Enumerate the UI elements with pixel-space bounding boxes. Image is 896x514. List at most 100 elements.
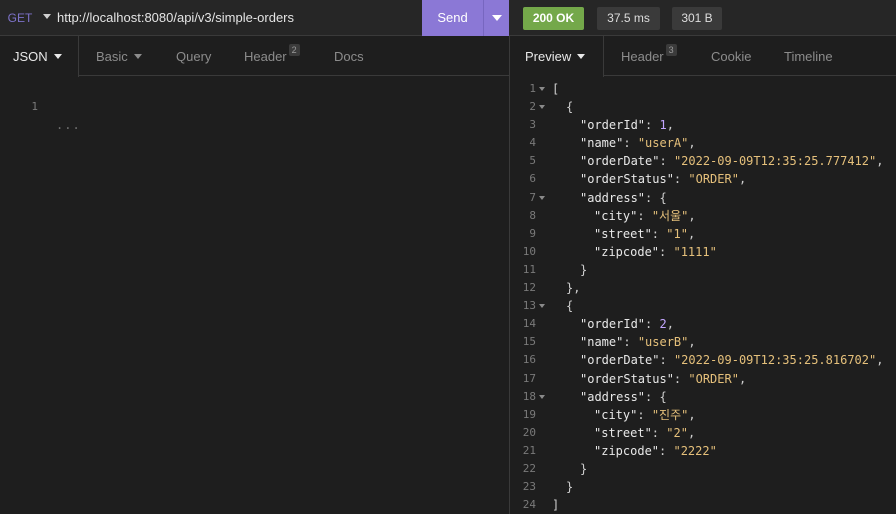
tab-cookie[interactable]: Cookie	[711, 36, 751, 76]
code-line: 3 "orderId": 1,	[510, 116, 896, 134]
tab-preview[interactable]: Preview	[510, 36, 604, 77]
tab-basic[interactable]: Basic	[96, 36, 142, 76]
code-text: "street": "1",	[552, 225, 695, 243]
response-pane: Preview Header 3 Cookie Timeline 1[2{3 "or…	[509, 36, 896, 514]
code-token: "ORDER"	[688, 371, 739, 386]
fold-caret-icon[interactable]	[539, 195, 545, 200]
code-token: {	[566, 299, 574, 314]
code-text: "orderId": 2,	[552, 315, 674, 333]
fold-caret-icon[interactable]	[539, 394, 545, 399]
code-text: "city": "진주",	[552, 406, 696, 424]
request-tabs: JSON Basic Query Header 2 Docs	[0, 36, 509, 77]
method-selector[interactable]: GET	[0, 0, 40, 36]
line-number: 12	[522, 281, 536, 295]
code-token: :	[637, 208, 652, 223]
code-token: [	[552, 82, 560, 96]
code-token: "userB"	[637, 335, 689, 350]
line-number: 14	[522, 317, 536, 331]
code-token: : {	[645, 190, 667, 205]
code-line: 5 "orderDate": "2022-09-09T12:35:25.77741…	[510, 152, 896, 170]
code-text: "address": {	[552, 189, 667, 207]
code-text: "orderStatus": "ORDER",	[552, 170, 746, 188]
code-token: ,	[738, 371, 747, 386]
code-token: : {	[645, 389, 667, 404]
code-token: "orderId"	[580, 118, 646, 133]
tab-docs[interactable]: Docs	[334, 36, 364, 76]
line-number: 3	[529, 118, 536, 132]
code-line: 8 "city": "서울",	[510, 207, 896, 225]
line-number: 4	[529, 136, 536, 150]
tab-response-header[interactable]: Header 3	[621, 36, 677, 76]
caret-down-icon[interactable]	[43, 14, 51, 19]
code-text: [	[552, 80, 559, 98]
code-text: "orderDate": "2022-09-09T12:35:25.777412…	[552, 152, 883, 170]
code-token: "street"	[594, 226, 652, 241]
code-token: }	[580, 461, 588, 476]
code-token: ,	[666, 317, 674, 332]
code-text: },	[552, 279, 580, 297]
code-token: :	[659, 244, 674, 259]
code-text: "zipcode": "2222"	[552, 442, 717, 460]
request-body-editor[interactable]: 1 ...	[0, 80, 509, 132]
tab-label: Header	[621, 49, 664, 64]
request-bar: GET http://localhost:8080/api/v3/simple-…	[0, 0, 896, 36]
fold-caret-icon[interactable]	[539, 87, 545, 91]
code-token: "2222"	[673, 443, 717, 458]
code-line: 17 "orderStatus": "ORDER",	[510, 370, 896, 388]
code-token: ,	[688, 407, 696, 422]
code-line: 11}	[510, 261, 896, 279]
response-size-badge: 301 B	[672, 7, 722, 30]
code-token: :	[659, 443, 674, 458]
code-line: 6 "orderStatus": "ORDER",	[510, 170, 896, 188]
code-token: "name"	[580, 136, 624, 151]
header-count-badge: 3	[665, 44, 677, 56]
tab-json[interactable]: JSON	[0, 36, 79, 77]
tab-header[interactable]: Header 2	[244, 36, 300, 76]
code-token: "city"	[594, 208, 638, 223]
tab-label: Preview	[525, 49, 572, 64]
code-token: ,	[688, 208, 696, 223]
code-text: }	[552, 261, 587, 279]
code-token: :	[651, 226, 667, 241]
send-options-button[interactable]	[483, 0, 509, 36]
code-token: }	[566, 480, 574, 495]
code-text: "name": "userB",	[552, 333, 696, 351]
chevron-down-icon	[53, 54, 62, 60]
response-body-viewer[interactable]: 1[2{3 "orderId": 1, 4 "name": "userA", 5 "ord…	[510, 80, 896, 514]
code-token: ,	[666, 118, 674, 133]
tab-label: Basic	[96, 49, 128, 64]
code-token: "city"	[594, 407, 638, 422]
code-token: "1"	[666, 226, 688, 241]
code-token: "name"	[580, 335, 624, 350]
fold-caret-icon[interactable]	[539, 304, 545, 309]
code-token: "orderStatus"	[580, 172, 674, 187]
code-token: ,	[688, 335, 696, 350]
code-token: ,	[876, 154, 884, 169]
code-token: "진주"	[651, 407, 689, 422]
code-token: ,	[687, 226, 696, 241]
code-token: }	[580, 262, 588, 277]
fold-caret-icon[interactable]	[539, 105, 545, 110]
code-line: 18 "address": {	[510, 388, 896, 406]
response-time-badge: 37.5 ms	[597, 7, 660, 30]
tab-label: Docs	[334, 49, 364, 64]
code-text: "city": "서울",	[552, 207, 696, 225]
send-button[interactable]: Send	[422, 0, 483, 36]
code-token: "2"	[666, 425, 688, 440]
code-text: }	[552, 460, 587, 478]
code-line: 2{	[510, 98, 896, 116]
line-number: 1	[529, 82, 536, 95]
code-token: "zipcode"	[594, 443, 660, 458]
chevron-down-icon	[577, 54, 586, 60]
line-number: 7	[529, 190, 536, 204]
url-input[interactable]: http://localhost:8080/api/v3/simple-orde…	[57, 0, 417, 36]
tab-query[interactable]: Query	[176, 36, 211, 76]
code-line: 14 "orderId": 2,	[510, 315, 896, 333]
code-token: "2022-09-09T12:35:25.816702"	[673, 353, 877, 368]
header-count-badge: 2	[288, 44, 300, 56]
code-token: "userA"	[637, 136, 689, 151]
code-line: 24]	[510, 496, 896, 514]
code-line: 4 "name": "userA",	[510, 134, 896, 152]
tab-timeline[interactable]: Timeline	[784, 36, 833, 76]
tab-label: Timeline	[784, 49, 833, 64]
